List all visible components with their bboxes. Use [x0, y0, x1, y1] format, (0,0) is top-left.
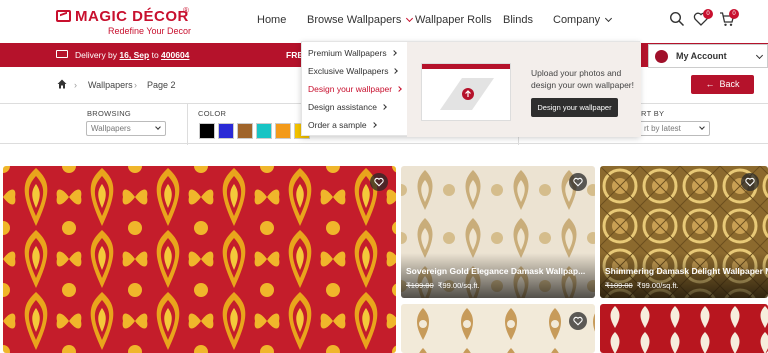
product-image — [600, 304, 768, 353]
dropdown-item-order-sample[interactable]: Order a sample — [308, 120, 377, 130]
home-icon[interactable] — [57, 79, 67, 89]
nav-blinds[interactable]: Blinds — [503, 14, 533, 26]
old-price: ₹109.00 — [605, 281, 633, 290]
color-label: COLOR — [198, 109, 227, 118]
chevron-down-icon — [406, 14, 414, 23]
chevron-down-icon — [155, 124, 161, 130]
brand-logo[interactable]: MAGIC DÉCOR — [75, 8, 189, 25]
nav-browse-label: Browse Wallpapers — [307, 14, 402, 26]
dropdown-item-exclusive[interactable]: Exclusive Wallpapers — [308, 66, 399, 76]
chevron-down-icon — [755, 51, 764, 60]
heart-icon — [573, 316, 583, 326]
chevron-right-icon — [370, 122, 377, 128]
delivery-pincode[interactable]: 400604 — [161, 50, 189, 60]
design-promo-panel: Upload your photos and design your own w… — [407, 42, 641, 137]
browsing-label: BROWSING — [87, 109, 132, 118]
nav-company[interactable]: Company — [553, 14, 613, 26]
wishlist-button[interactable] — [569, 173, 587, 191]
color-swatch-teal[interactable] — [256, 123, 272, 139]
color-swatch-brown[interactable] — [237, 123, 253, 139]
brand-tagline: Redefine Your Decor — [108, 26, 192, 36]
dropdown-item-label: Design assistance — [308, 102, 377, 112]
color-swatch-orange[interactable] — [275, 123, 291, 139]
nav-home[interactable]: Home — [257, 14, 286, 26]
sort-value: rt by latest — [644, 124, 681, 133]
promo-copy-line2: design your own wallpaper! — [531, 80, 635, 90]
chevron-right-icon — [396, 86, 402, 92]
browsing-value: Wallpapers — [91, 124, 131, 133]
current-price: ₹99.00/sq.ft. — [437, 281, 480, 290]
heart-icon — [573, 177, 583, 187]
product-price: ₹109.00 ₹99.00/sq.ft. — [605, 281, 679, 290]
product-title[interactable]: Shimmering Damask Delight Wallpaper Mur — [605, 266, 768, 276]
chevron-down-icon — [699, 124, 705, 130]
breadcrumb-current: Page 2 — [147, 80, 176, 90]
color-swatch-blue[interactable] — [218, 123, 234, 139]
truck-icon — [56, 50, 68, 58]
site-header: MAGIC DÉCOR ® Redefine Your Decor Home B… — [0, 0, 768, 43]
sort-select[interactable]: rt by latest — [640, 121, 710, 136]
dropdown-item-label: Design your wallpaper — [308, 84, 393, 94]
delivery-prefix: Delivery by — [75, 50, 118, 60]
breadcrumb-separator: › — [74, 80, 77, 90]
upload-illustration — [421, 63, 511, 121]
delivery-date: 16, Sep — [119, 50, 150, 60]
back-button[interactable]: ← Back — [691, 75, 754, 94]
product-tile[interactable] — [401, 304, 595, 353]
back-label: Back — [719, 79, 740, 89]
search-icon[interactable] — [669, 11, 685, 27]
dropdown-item-label: Exclusive Wallpapers — [308, 66, 389, 76]
breadcrumb-wallpapers[interactable]: Wallpapers — [88, 80, 133, 90]
wishlist-button[interactable] — [741, 173, 759, 191]
breadcrumb-separator: › — [134, 80, 137, 90]
browse-wallpapers-dropdown: Premium Wallpapers Exclusive Wallpapers … — [301, 41, 641, 137]
chevron-down-icon — [605, 14, 613, 23]
chevron-right-icon — [392, 68, 399, 74]
delivery-to: to — [151, 50, 159, 60]
heart-icon — [374, 177, 384, 187]
dropdown-item-design-assistance[interactable]: Design assistance — [308, 102, 387, 112]
nav-wallpaper-rolls[interactable]: Wallpaper Rolls — [415, 14, 492, 26]
browsing-select[interactable]: Wallpapers — [86, 121, 166, 136]
dropdown-item-label: Premium Wallpapers — [308, 48, 387, 58]
wishlist-count-badge: 0 — [703, 9, 713, 19]
logo-icon[interactable] — [56, 10, 71, 22]
promo-copy: Upload your photos and design your own w… — [531, 67, 634, 91]
nav-company-label: Company — [553, 14, 601, 26]
color-swatch-black[interactable] — [199, 123, 215, 139]
product-title[interactable]: Sovereign Gold Elegance Damask Wallpap..… — [406, 266, 585, 276]
wishlist-button[interactable] — [569, 312, 587, 330]
heart-icon — [745, 177, 755, 187]
my-account-button[interactable]: My Account — [648, 44, 768, 68]
product-tile-red-damask[interactable] — [3, 166, 396, 353]
sort-label: RT BY — [641, 109, 665, 118]
dropdown-item-label: Order a sample — [308, 120, 367, 130]
product-image — [401, 304, 595, 353]
arrow-left-icon: ← — [705, 79, 715, 89]
wishlist-button[interactable] — [370, 173, 388, 191]
divider — [187, 104, 188, 145]
design-your-wallpaper-button[interactable]: Design your wallpaper — [531, 98, 618, 117]
product-price: ₹109.00 ₹99.00/sq.ft. — [406, 281, 480, 290]
nav-browse-wallpapers[interactable]: Browse Wallpapers — [307, 14, 414, 26]
brand-registered-mark: ® — [183, 6, 189, 15]
product-tile[interactable]: Sovereign Gold Elegance Damask Wallpap..… — [401, 166, 595, 298]
product-tile[interactable]: Shimmering Damask Delight Wallpaper Mur … — [600, 166, 768, 298]
current-price: ₹99.00/sq.ft. — [636, 281, 679, 290]
dropdown-item-design-your-wallpaper[interactable]: Design your wallpaper — [308, 84, 402, 94]
promo-copy-line1: Upload your photos and — [531, 68, 622, 78]
upload-icon — [440, 78, 494, 110]
chevron-right-icon — [381, 104, 387, 110]
user-icon — [655, 50, 668, 63]
dropdown-item-premium[interactable]: Premium Wallpapers — [308, 48, 397, 58]
cart-count-badge: 0 — [729, 9, 739, 19]
product-tile[interactable] — [600, 304, 768, 353]
delivery-info[interactable]: Delivery by 16, Sep to 400604 — [75, 50, 189, 60]
my-account-label: My Account — [676, 51, 727, 61]
chevron-right-icon — [390, 50, 397, 56]
old-price: ₹109.00 — [406, 281, 434, 290]
product-image — [3, 166, 396, 353]
